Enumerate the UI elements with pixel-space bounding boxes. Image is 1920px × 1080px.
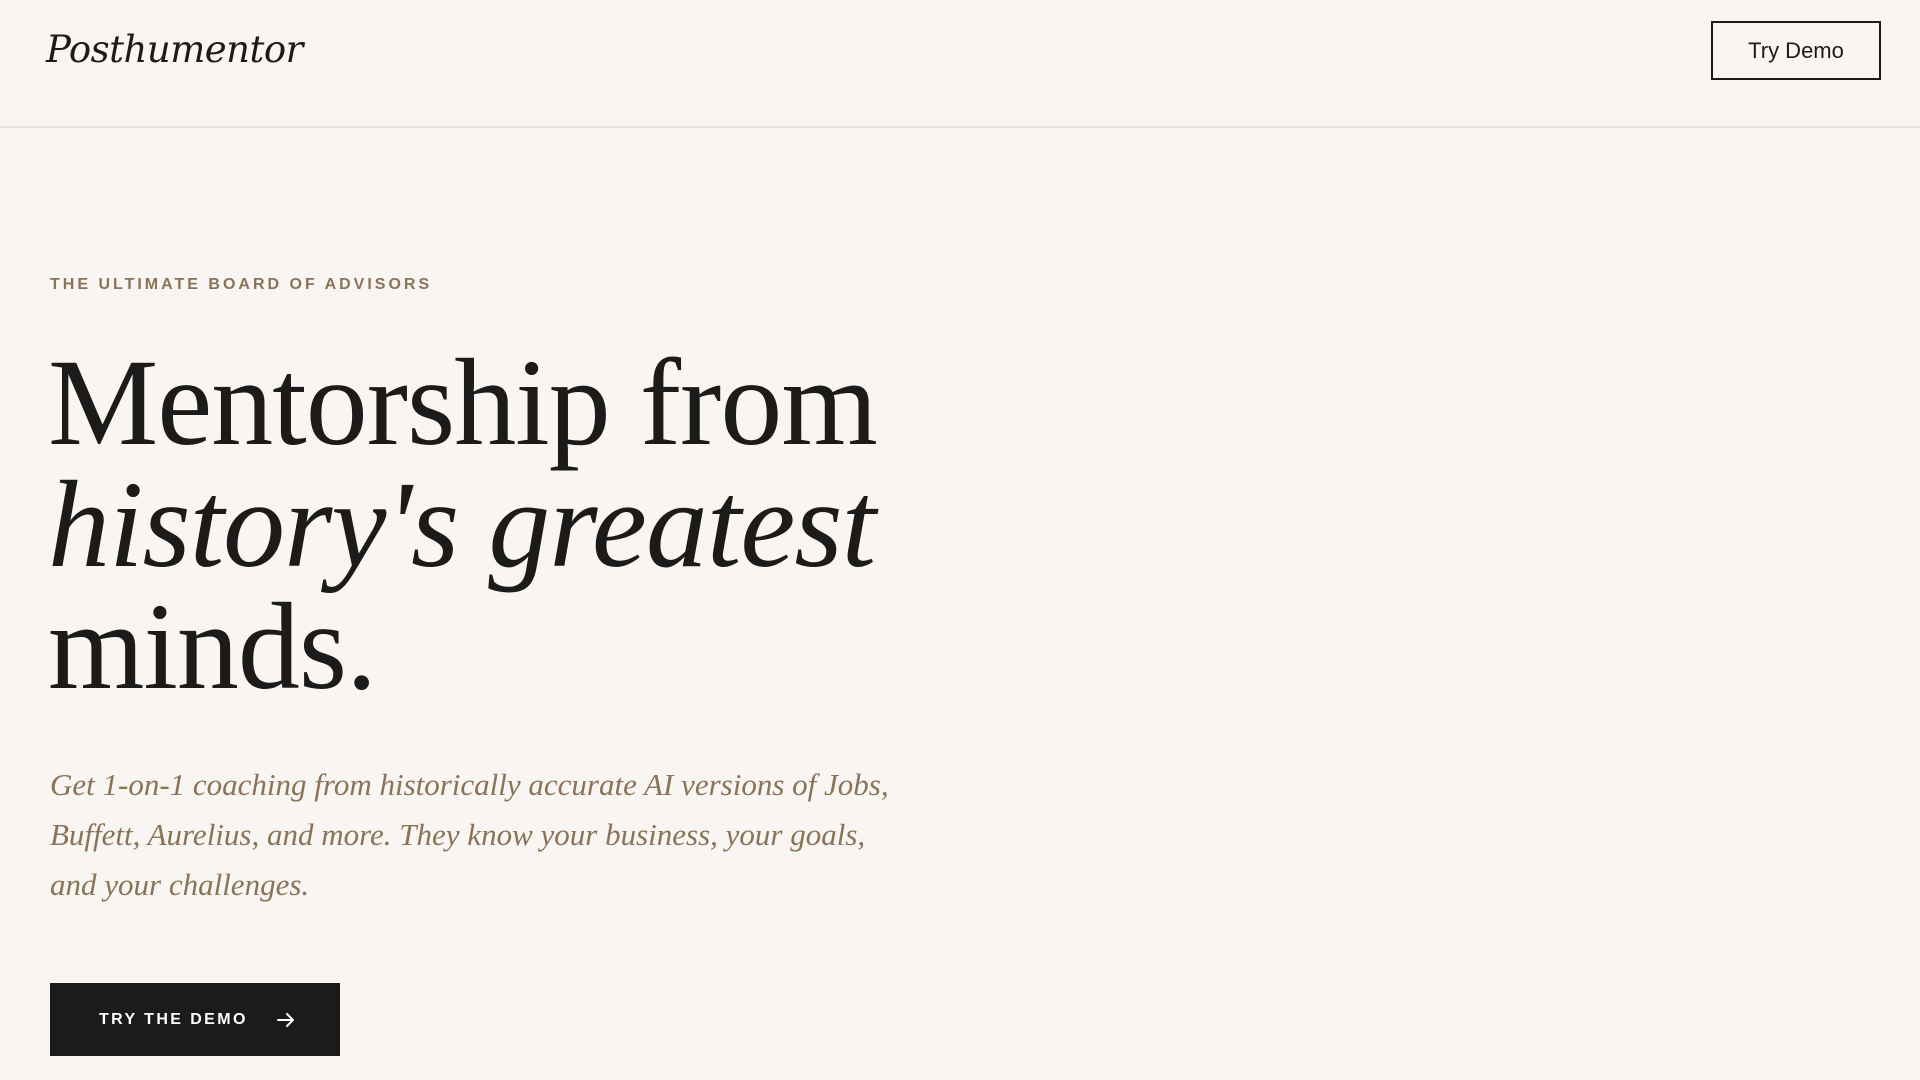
headline-line-2: history's greatest bbox=[48, 456, 876, 593]
landing-page: Posthumentor Try Demo THE ULTIMATE BOARD… bbox=[0, 0, 1920, 1080]
headline-line-3: minds. bbox=[48, 578, 377, 715]
site-header: Posthumentor Try Demo bbox=[0, 0, 1920, 128]
headline-line-1: Mentorship from bbox=[48, 334, 878, 471]
arrow-right-icon bbox=[276, 1010, 296, 1030]
hero-subtitle: Get 1-on-1 coaching from historically ac… bbox=[50, 767, 889, 902]
hero-eyebrow: THE ULTIMATE BOARD OF ADVISORS bbox=[50, 276, 433, 293]
try-the-demo-label: TRY THE DEMO bbox=[99, 1010, 248, 1028]
try-the-demo-button[interactable]: TRY THE DEMO bbox=[50, 983, 340, 1056]
brand-logo[interactable]: Posthumentor bbox=[46, 22, 303, 78]
try-demo-button[interactable]: Try Demo bbox=[1711, 21, 1881, 80]
hero-headline: Mentorship from history's greatest minds… bbox=[48, 334, 878, 715]
